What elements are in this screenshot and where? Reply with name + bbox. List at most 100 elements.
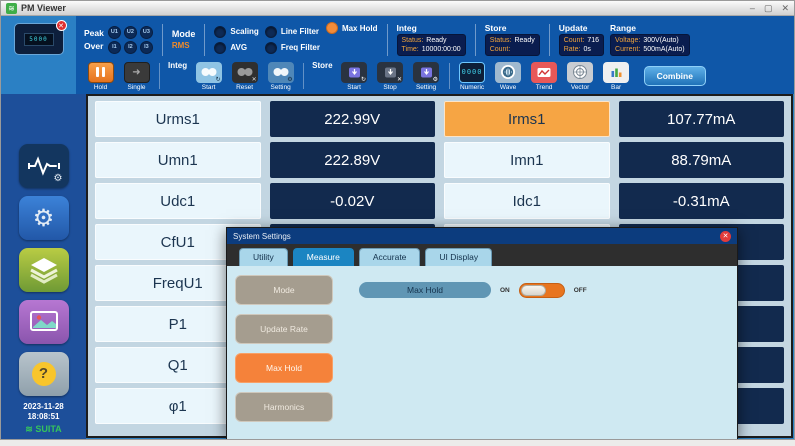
close-button[interactable]: ✕	[781, 4, 789, 13]
mode-indicator: Mode RMS	[172, 29, 196, 50]
mode-value: RMS	[172, 41, 190, 50]
range-status-group: Range Voltage:300V(Auto) Current:500mA(A…	[610, 23, 690, 56]
nav-max-hold-button[interactable]: Max Hold	[235, 353, 333, 383]
device-status-icon[interactable]: 5000 ✕	[14, 23, 64, 55]
integ-start-button[interactable]: ↻ Start	[192, 62, 225, 91]
wave-icon	[495, 62, 521, 83]
freq-filter-toggle[interactable]: Freq Filter	[265, 42, 320, 54]
over-label: Over	[84, 41, 104, 51]
store-start-button[interactable]: ↻ Start	[338, 62, 371, 91]
tab-accurate[interactable]: Accurate	[359, 248, 421, 266]
scaling-radio-icon	[214, 26, 226, 38]
nav-update-rate-button[interactable]: Update Rate	[235, 314, 333, 344]
indicator-u1: U1	[108, 26, 121, 39]
nav-harmonics-button[interactable]: Harmonics	[235, 392, 333, 422]
integ-reset-button[interactable]: ✕ Reset	[228, 62, 261, 91]
peak-label: Peak	[84, 28, 104, 38]
tab-utility[interactable]: Utility	[239, 248, 288, 266]
integ-setting-button[interactable]: ⚙ Setting	[264, 62, 297, 91]
store-status-group: Store Status:Ready Count:	[485, 23, 540, 56]
dialog-tabs: Utility Measure Accurate UI Display	[227, 244, 737, 266]
scaling-toggle[interactable]: Scaling	[214, 26, 258, 38]
image-view-icon[interactable]	[19, 300, 69, 344]
maximize-button[interactable]: ▢	[764, 4, 773, 13]
param-label-udc1[interactable]: Udc1	[95, 183, 261, 219]
status-time: 18:08:51	[23, 412, 63, 422]
nav-mode-button[interactable]: Mode	[235, 275, 333, 305]
header: 5000 ✕ Peak Over U1 U2 U3	[1, 16, 794, 94]
pause-icon	[88, 62, 114, 83]
view-vector-button[interactable]: Vector	[564, 62, 597, 91]
indicator-u2: U2	[124, 26, 137, 39]
indicator-i1: I1	[108, 41, 121, 54]
integ-group-label: Integ	[168, 61, 187, 70]
view-bar-button[interactable]: Bar	[600, 62, 633, 91]
max-hold-toggle[interactable]: Max Hold	[326, 22, 378, 34]
param-label-urms1[interactable]: Urms1	[95, 101, 261, 137]
dialog-titlebar: System Settings ✕	[227, 228, 737, 244]
indicator-i3: I3	[140, 41, 153, 54]
combine-button[interactable]: Combine	[644, 66, 706, 86]
param-value-irms1: 107.77mA	[619, 101, 785, 137]
indicator-u3: U3	[140, 26, 153, 39]
dialog-title: System Settings	[233, 232, 291, 241]
update-status-group: Update Count:716 Rate:0s	[559, 23, 604, 56]
brand-wave-icon: ≋	[25, 424, 33, 434]
titlebar: ≋ PM Viewer – ▢ ✕	[1, 1, 794, 16]
param-label-idc1[interactable]: Idc1	[444, 183, 610, 219]
measure-config-icon[interactable]: ⚙	[19, 144, 69, 188]
status-date: 2023-11-28	[23, 402, 63, 412]
view-trend-button[interactable]: Trend	[528, 62, 561, 91]
store-stop-button[interactable]: ✕ Stop	[374, 62, 407, 91]
bar-chart-icon	[603, 62, 629, 83]
tab-measure[interactable]: Measure	[293, 248, 354, 266]
device-disconnect-badge: ✕	[56, 20, 67, 31]
tab-ui-display[interactable]: UI Display	[425, 248, 492, 266]
dialog-close-button[interactable]: ✕	[720, 231, 731, 242]
scales-setting-icon: ⚙	[268, 62, 294, 83]
store-setting-button[interactable]: ⚙ Setting	[410, 62, 443, 91]
line-filter-toggle[interactable]: Line Filter	[265, 26, 320, 38]
peak-over-indicators: Peak Over U1 U2 U3 I1 I2 I3	[84, 26, 153, 54]
layers-icon[interactable]	[19, 248, 69, 292]
view-wave-button[interactable]: Wave	[492, 62, 525, 91]
mini-gear-icon: ⚙	[54, 173, 63, 184]
param-label-imn1[interactable]: Imn1	[444, 142, 610, 178]
avg-toggle[interactable]: AVG	[214, 42, 258, 54]
save-stop-icon: ✕	[377, 62, 403, 83]
store-group-label: Store	[312, 61, 332, 70]
switch-knob	[521, 285, 546, 296]
param-label-umn1[interactable]: Umn1	[95, 142, 261, 178]
trend-icon	[531, 62, 557, 83]
max-hold-switch[interactable]	[519, 283, 565, 298]
minimize-button[interactable]: –	[750, 4, 755, 13]
hold-button[interactable]: Hold	[84, 62, 117, 91]
integ-status-group: Integ Status:Ready Time:10000:00:00	[397, 23, 466, 56]
freq-filter-radio-icon	[265, 42, 277, 54]
arrow-right-icon: ➜	[124, 62, 150, 83]
mode-label: Mode	[172, 29, 196, 39]
param-value-imn1: 88.79mA	[619, 142, 785, 178]
param-value-idc1: -0.31mA	[619, 183, 785, 219]
brand-logo: ≋ SUITA	[23, 424, 63, 435]
view-numeric-button[interactable]: 0000 Numeric	[456, 62, 489, 91]
param-value-urms1: 222.99V	[270, 101, 436, 137]
numeric-display-icon: 0000	[459, 62, 485, 83]
max-hold-setting-label: Max Hold	[359, 282, 491, 298]
param-value-umn1: 222.89V	[270, 142, 436, 178]
max-hold-radio-icon	[326, 22, 338, 34]
single-button[interactable]: ➜ Single	[120, 62, 153, 91]
help-icon[interactable]: ?	[19, 352, 69, 396]
toggle-on-label: ON	[500, 287, 510, 294]
param-label-irms1[interactable]: Irms1	[444, 101, 610, 137]
app-logo-icon: ≋	[6, 3, 17, 14]
vector-icon	[567, 62, 593, 83]
dialog-nav: Mode Update Rate Max Hold Harmonics	[235, 275, 333, 431]
settings-icon[interactable]: ⚙	[19, 196, 69, 240]
scales-start-icon: ↻	[196, 62, 222, 83]
save-start-icon: ↻	[341, 62, 367, 83]
indicator-i2: I2	[124, 41, 137, 54]
line-filter-radio-icon	[265, 26, 277, 38]
toggle-off-label: OFF	[574, 287, 587, 294]
scales-reset-icon: ✕	[232, 62, 258, 83]
